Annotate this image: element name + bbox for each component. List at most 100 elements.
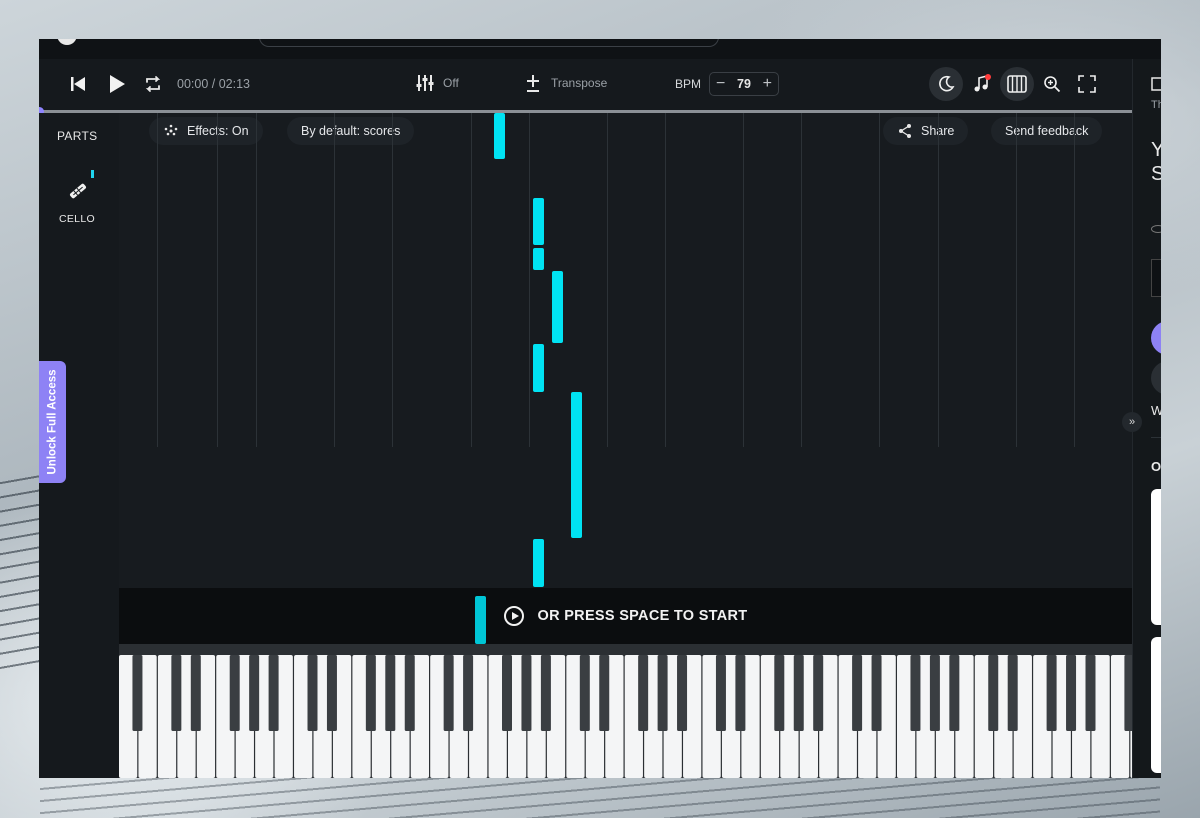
black-key[interactable] (852, 655, 863, 731)
start-prompt-bar[interactable]: OR PRESS SPACE TO START (119, 588, 1132, 644)
sidebar-text-w: W (1151, 403, 1161, 418)
black-key[interactable] (443, 655, 454, 731)
collapse-sidebar-button[interactable]: » (1122, 412, 1142, 432)
grid-line (665, 113, 666, 447)
note-bar (552, 271, 563, 343)
dark-mode-button[interactable] (929, 67, 963, 101)
black-key[interactable] (132, 655, 143, 731)
default-mode-dropdown[interactable]: By default: scores (287, 117, 415, 145)
black-key[interactable] (638, 655, 649, 731)
note-bar (494, 113, 505, 159)
skip-back-icon (71, 77, 85, 91)
black-key[interactable] (540, 655, 551, 731)
black-key[interactable] (307, 655, 318, 731)
grid-line (217, 113, 218, 447)
grid-line (1074, 113, 1075, 447)
black-key[interactable] (1046, 655, 1057, 731)
black-key[interactable] (249, 655, 260, 731)
black-key[interactable] (929, 655, 940, 731)
skip-back-button[interactable] (69, 75, 87, 93)
play-button[interactable] (108, 74, 126, 94)
sidebar-secondary-button[interactable] (1151, 361, 1161, 395)
default-mode-label: By default: scores (301, 124, 401, 138)
black-key[interactable] (1085, 655, 1096, 731)
piano-view-button[interactable] (1000, 67, 1034, 101)
black-key[interactable] (715, 655, 726, 731)
black-key[interactable] (910, 655, 921, 731)
bpm-value[interactable]: 79 (737, 77, 751, 91)
notation-button[interactable] (965, 67, 999, 101)
black-key[interactable] (404, 655, 415, 731)
loop-button[interactable] (143, 74, 163, 94)
search-bar[interactable] (259, 39, 719, 47)
note-bar (533, 248, 544, 270)
black-key[interactable] (949, 655, 960, 731)
black-key[interactable] (1124, 655, 1132, 731)
site-logo[interactable] (57, 39, 77, 45)
black-key[interactable] (599, 655, 610, 731)
share-button[interactable]: Share (883, 117, 969, 145)
piano-keys[interactable] (119, 655, 1132, 778)
sidebar-box[interactable] (1151, 259, 1161, 297)
sidebar-title-line1: Y (1151, 139, 1161, 162)
black-key[interactable] (735, 655, 746, 731)
black-key[interactable] (813, 655, 824, 731)
unlock-full-access-tab[interactable]: Unlock Full Access (39, 361, 66, 483)
black-key[interactable] (326, 655, 337, 731)
black-key[interactable] (677, 655, 688, 731)
sparkle-icon (164, 124, 178, 136)
loop-icon (145, 76, 161, 92)
sidebar-card-1[interactable] (1151, 489, 1161, 625)
black-key[interactable] (988, 655, 999, 731)
black-key[interactable] (774, 655, 785, 731)
black-key[interactable] (657, 655, 668, 731)
grid-line (801, 113, 802, 447)
effects-toggle[interactable]: Effects: On (149, 117, 263, 145)
grid-line (607, 113, 608, 447)
send-feedback-button[interactable]: Send feedback (991, 117, 1103, 145)
part-cello-label[interactable]: CELLO (59, 213, 95, 225)
black-key[interactable] (229, 655, 240, 731)
note-bar (533, 344, 544, 392)
grid-line (256, 113, 257, 447)
grid-line (938, 113, 939, 447)
transpose-label: Transpose (551, 76, 608, 90)
grid-line (157, 113, 158, 447)
sidebar-card-2[interactable] (1151, 637, 1161, 773)
note-bar (533, 539, 544, 587)
zoom-icon (1044, 76, 1061, 93)
black-key[interactable] (171, 655, 182, 731)
grid-line (879, 113, 880, 447)
transpose-button[interactable]: Transpose (525, 73, 607, 93)
zoom-button[interactable] (1035, 67, 1069, 101)
grid-line (1016, 113, 1017, 447)
note-bar (533, 198, 544, 245)
fullscreen-button[interactable] (1070, 67, 1104, 101)
black-key[interactable] (579, 655, 590, 731)
sidebar-primary-button[interactable] (1151, 321, 1161, 355)
black-key[interactable] (521, 655, 532, 731)
mixer-toggle[interactable]: Off (415, 73, 459, 93)
cello-icon[interactable] (66, 179, 90, 203)
black-key[interactable] (1066, 655, 1077, 731)
black-key[interactable] (385, 655, 396, 731)
black-key[interactable] (1007, 655, 1018, 731)
black-key[interactable] (365, 655, 376, 731)
piano-keyboard (119, 644, 1132, 778)
black-key[interactable] (463, 655, 474, 731)
playback-time: 00:00 / 02:13 (177, 77, 250, 91)
bpm-increase-button[interactable]: + (763, 75, 772, 93)
edit-icon (1151, 77, 1161, 91)
black-key[interactable] (190, 655, 201, 731)
bpm-decrease-button[interactable]: − (716, 75, 725, 93)
black-key[interactable] (793, 655, 804, 731)
black-key[interactable] (268, 655, 279, 731)
black-key[interactable] (871, 655, 882, 731)
moon-icon (939, 75, 955, 92)
play-circle-icon (503, 606, 524, 626)
black-key[interactable] (502, 655, 512, 731)
grid-line (529, 113, 530, 447)
bpm-label: BPM (675, 77, 702, 91)
sheet-music-backdrop-bottom (40, 778, 1160, 818)
share-icon (899, 124, 911, 138)
